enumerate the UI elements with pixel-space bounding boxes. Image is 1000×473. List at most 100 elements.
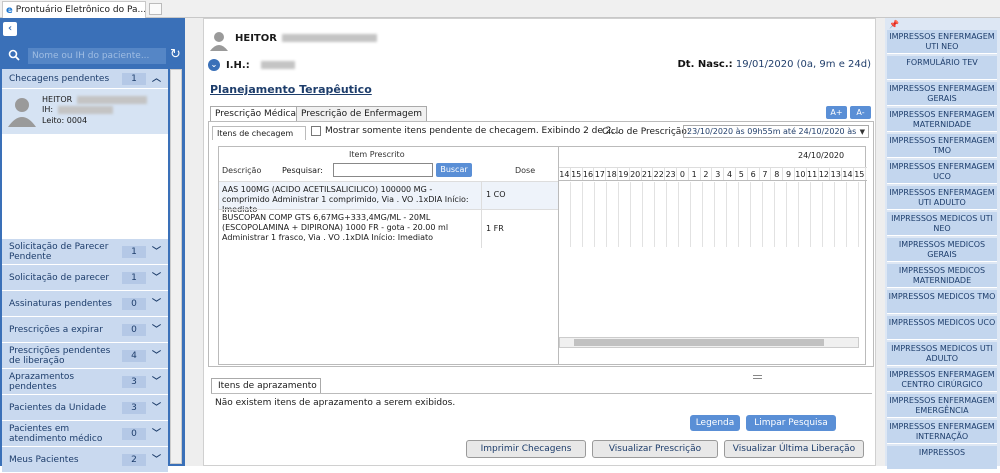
right-menu-item[interactable]: IMPRESSOS ENFERMAGEM MATERNIDADE xyxy=(887,108,997,132)
descricao-header: Descrição xyxy=(222,166,262,175)
visualizar-ultima-liberacao-button[interactable]: Visualizar Última Liberação xyxy=(724,440,864,458)
right-menu-item[interactable]: IMPRESSOS MEDICOS UTI NEO xyxy=(887,212,997,236)
tab-itens-checagem[interactable]: Itens de checagem xyxy=(212,126,306,140)
tab-prescricao-enfermagem[interactable]: Prescrição de Enfermagem xyxy=(296,106,428,121)
sidebar-section[interactable]: Prescrições pendentes de liberação 4 ﹀ xyxy=(2,343,168,369)
sidebar-section-label: Assinaturas pendentes xyxy=(9,298,112,309)
right-menu-item[interactable]: IMPRESSOS MEDICOS GERAIS xyxy=(887,238,997,262)
sidebar-section[interactable]: Meus Pacientes 2 ﹀ xyxy=(2,447,168,473)
sidebar-section-count: 1 xyxy=(122,245,146,258)
imprimir-checagens-button[interactable]: Imprimir Checagens xyxy=(466,440,586,458)
schedule-scrollbar[interactable] xyxy=(559,337,859,348)
chevron-down-icon[interactable]: ﹀ xyxy=(152,403,162,413)
chevron-down-icon[interactable]: ﹀ xyxy=(152,247,162,257)
hour-label: 7 xyxy=(760,168,772,180)
sidebar-section[interactable]: Pacientes da Unidade 3 ﹀ xyxy=(2,395,168,421)
right-menu-item[interactable]: IMPRESSOS MEDICOS MATERNIDADE xyxy=(887,264,997,288)
right-menu-item[interactable]: IMPRESSOS ENFERMAGEM INTERNAÇÃO xyxy=(887,420,997,444)
visualizar-prescricao-button[interactable]: Visualizar Prescrição xyxy=(592,440,718,458)
hour-label: 10 xyxy=(795,168,807,180)
chevron-down-icon[interactable]: ﹀ xyxy=(152,325,162,335)
legenda-button[interactable]: Legenda xyxy=(690,415,740,431)
right-menu-item[interactable]: IMPRESSOS ENFERMAGEM TMO xyxy=(887,134,997,158)
tab-prescricao-medica[interactable]: Prescrição Médica xyxy=(210,106,301,121)
font-decrease-button[interactable]: A- xyxy=(850,106,871,119)
table-row[interactable]: AAS 100MG (ACIDO ACETILSALICILICO) 10000… xyxy=(219,181,559,214)
expand-header-icon[interactable]: ⌄ xyxy=(208,59,220,71)
sidebar-section-count: 3 xyxy=(122,401,146,414)
right-menu-item[interactable]: IMPRESSOS xyxy=(887,446,997,470)
page-title[interactable]: Planejamento Terapêutico xyxy=(210,83,372,96)
hour-label: 17 xyxy=(594,168,607,180)
ciclo-select[interactable]: 23/10/2020 às 09h55m até 24/10/2020 às ▼ xyxy=(683,125,869,138)
sidebar-section[interactable]: Solicitação de parecer 1 ﹀ xyxy=(2,265,168,291)
sidebar-section[interactable]: Solicitação de Parecer Pendente 1 ﹀ xyxy=(2,239,168,265)
chevron-down-icon[interactable]: ﹀ xyxy=(152,351,162,361)
sidebar-section-count: 1 xyxy=(122,72,146,85)
right-menu-item[interactable]: IMPRESSOS ENFERMAGEM CENTRO CIRÚRGICO xyxy=(887,368,997,392)
hour-label: 21 xyxy=(641,168,654,180)
collapse-sidebar-button[interactable]: ‹ xyxy=(3,22,17,36)
sidebar-section[interactable]: Assinaturas pendentes 0 ﹀ xyxy=(2,291,168,317)
hour-label: 12 xyxy=(818,168,831,180)
pending-checkbox[interactable] xyxy=(311,126,321,136)
main-panel: HEITOR ⌄ I.H.: Dt. Nasc.: 19/01/2020 (0a… xyxy=(203,18,876,466)
font-increase-button[interactable]: A+ xyxy=(826,106,847,119)
sidebar-section-count: 1 xyxy=(122,271,146,284)
right-menu-item[interactable]: IMPRESSOS ENFERMAGEM UCO xyxy=(887,160,997,184)
avatar-icon xyxy=(210,32,228,51)
hour-label: 14 xyxy=(559,168,571,180)
chevron-down-icon[interactable]: ﹀ xyxy=(152,455,162,465)
prescription-search-input[interactable] xyxy=(333,163,433,177)
schedule-grid xyxy=(559,182,867,247)
right-menu-item[interactable]: IMPRESSOS ENFERMAGEM UTI NEO xyxy=(887,30,997,54)
scrollbar-thumb[interactable] xyxy=(574,339,824,346)
sidebar-section[interactable]: Prescrições a expirar 0 ﹀ xyxy=(2,317,168,343)
limpar-pesquisa-button[interactable]: Limpar Pesquisa xyxy=(746,415,836,431)
refresh-icon[interactable]: ↻ xyxy=(170,47,181,62)
new-tab-button[interactable] xyxy=(149,3,162,15)
chevron-down-icon[interactable]: ﹀ xyxy=(152,299,162,309)
hour-label: 16 xyxy=(582,168,595,180)
right-menu-item[interactable]: IMPRESSOS ENFERMAGEM GERAIS xyxy=(887,82,997,106)
sidebar-section[interactable]: Pacientes em atendimento médico 0 ﹀ xyxy=(2,421,168,447)
search-icon xyxy=(8,49,20,61)
pin-icon[interactable]: 📌 xyxy=(889,20,899,29)
chevron-up-icon[interactable]: ︿ xyxy=(152,74,162,84)
table-row[interactable]: BUSCOPAN COMP GTS 6,67MG+333,4MG/ML - 20… xyxy=(219,209,559,248)
dropdown-arrow-icon: ▼ xyxy=(859,128,865,136)
sidebar-section-label: Solicitação de Parecer Pendente xyxy=(9,241,109,262)
right-menu-item[interactable]: FORMULÁRIO TEV xyxy=(887,56,997,80)
right-menu-item[interactable]: IMPRESSOS MEDICOS UTI ADULTO xyxy=(887,342,997,366)
sidebar-section-label: Prescrições pendentes de liberação xyxy=(9,345,111,366)
prescription-grid: Item Prescrito Descrição Pesquisar: Busc… xyxy=(218,146,867,365)
patient-search-input[interactable] xyxy=(28,48,166,64)
patient-card[interactable]: HEITOR IH: Leito: 0004 xyxy=(2,89,168,134)
sidebar-section[interactable]: Aprazamentos pendentes 3 ﹀ xyxy=(2,369,168,395)
sidebar-section-count: 0 xyxy=(122,297,146,310)
right-menu-item[interactable]: IMPRESSOS MEDICOS UCO xyxy=(887,316,997,340)
tab-itens-aprazamento[interactable]: Itens de aprazamento xyxy=(211,378,321,393)
chevron-down-icon[interactable]: ﹀ xyxy=(152,377,162,387)
chevron-down-icon[interactable]: ﹀ xyxy=(152,429,162,439)
sidebar-section[interactable]: Checagens pendentes 1 ︿ xyxy=(2,69,168,89)
left-sidebar: ‹ ↻ Checagens pendentes 1 ︿ Solicitação de … xyxy=(0,18,185,473)
ih-row: ⌄ I.H.: xyxy=(208,59,295,71)
sidebar-section-label: Pacientes em atendimento médico xyxy=(9,423,103,444)
sidebar-empty-area xyxy=(2,134,168,239)
avatar-icon xyxy=(8,98,36,127)
hour-label: 13 xyxy=(830,168,843,180)
chevron-down-icon[interactable]: ﹀ xyxy=(152,273,162,283)
hour-label: 2 xyxy=(701,168,713,180)
sidebar-scrollbar[interactable] xyxy=(170,69,182,464)
buscar-button[interactable]: Buscar xyxy=(436,163,472,177)
browser-tab[interactable]: e Prontuário Eletrônico do Pa... ✕ xyxy=(2,1,146,18)
right-menu-item[interactable]: IMPRESSOS ENFERMAGEM UTI ADULTO xyxy=(887,186,997,210)
splitter-handle[interactable] xyxy=(753,375,762,379)
right-menu-item[interactable]: IMPRESSOS ENFERMAGEM EMERGÊNCIA xyxy=(887,394,997,418)
hour-label: 22 xyxy=(653,168,666,180)
row-description: BUSCOPAN COMP GTS 6,67MG+333,4MG/ML - 20… xyxy=(222,213,449,242)
birth-date: Dt. Nasc.: 19/01/2020 (0a, 9m e 24d) xyxy=(678,59,872,70)
pending-filter[interactable]: Mostrar somente itens pendente de checag… xyxy=(311,126,620,136)
right-menu-item[interactable]: IMPRESSOS MEDICOS TMO xyxy=(887,290,997,314)
